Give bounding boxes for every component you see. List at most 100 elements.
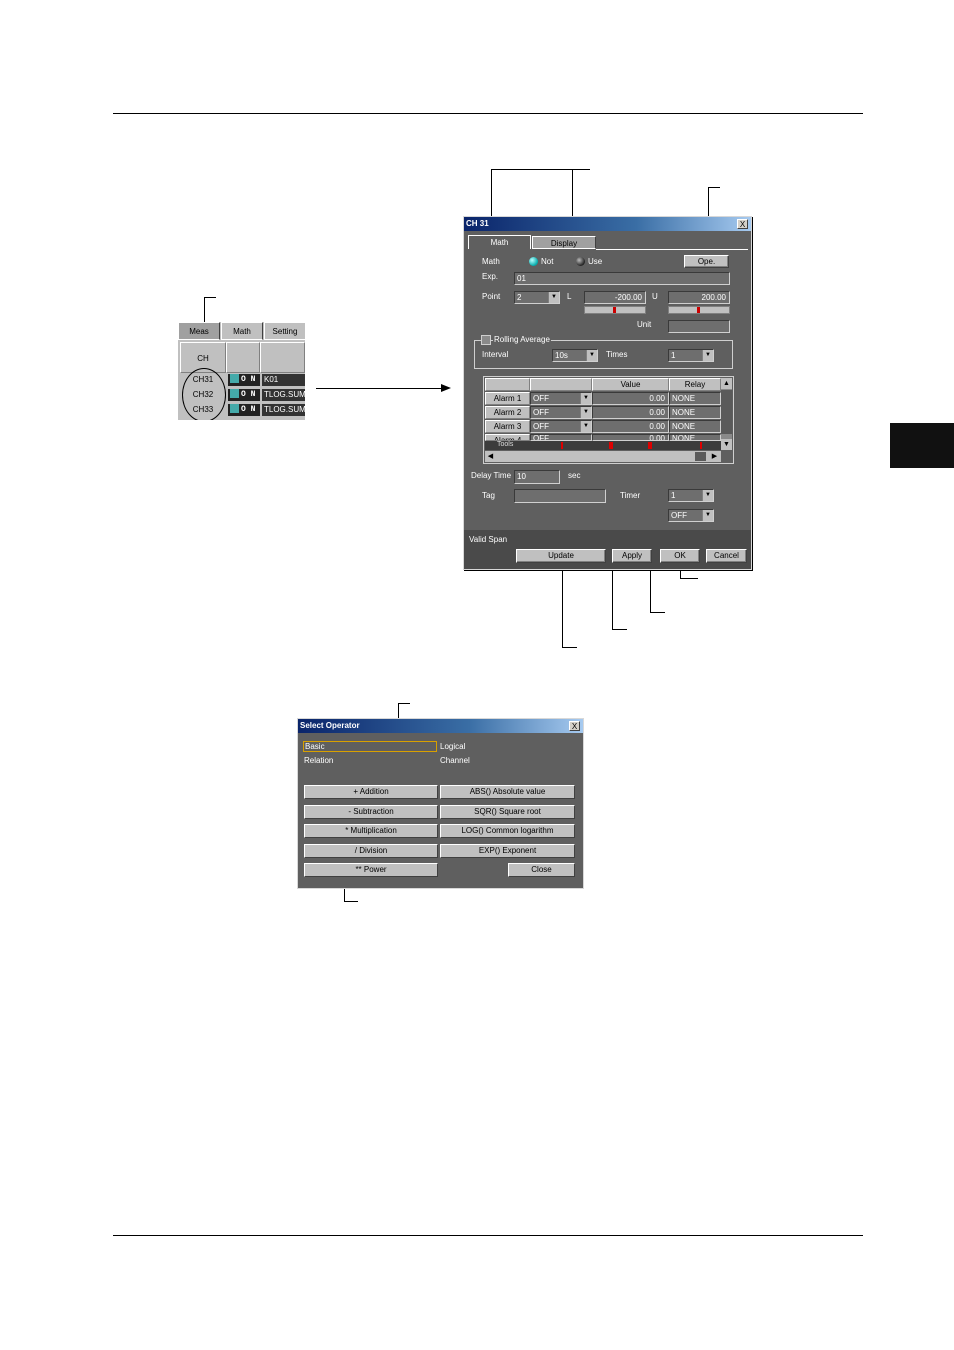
chevron-down-icon[interactable]: ▼	[702, 490, 713, 501]
alarm-type-value: OFF	[533, 394, 549, 403]
chevron-down-icon[interactable]: ▼	[702, 350, 713, 361]
alarm-value-input[interactable]: 0.00	[592, 406, 669, 419]
scroll-up-icon[interactable]: ▲	[721, 378, 732, 389]
grid-vertical-scrollbar[interactable]: ▲ ▼	[721, 378, 732, 450]
red-marker-icon	[613, 307, 616, 313]
tag-input[interactable]	[514, 489, 606, 503]
alarm-row-label: Alarm 1	[485, 392, 530, 405]
on-toggle[interactable]: O N	[228, 389, 260, 401]
leader-ok-h	[680, 578, 698, 579]
upper-label: U	[652, 292, 658, 301]
chevron-down-icon[interactable]: ▼	[586, 350, 597, 361]
log-button[interactable]: LOG() Common logarithm	[440, 824, 575, 838]
alarm-relay-input[interactable]: NONE	[669, 420, 721, 433]
apply-button[interactable]: Apply	[612, 549, 652, 563]
alarm-relay-input[interactable]: NONE	[669, 434, 721, 441]
point-value: 2	[517, 293, 522, 302]
alarm-type-select[interactable]: OFF ▼	[530, 406, 592, 419]
category-relation[interactable]: Relation	[304, 756, 333, 765]
times-label: Times	[606, 350, 628, 359]
chevron-down-icon[interactable]: ▼	[702, 510, 713, 521]
checkbox-icon[interactable]	[230, 389, 239, 399]
tab-math[interactable]: Math	[468, 235, 531, 249]
radio-use-icon[interactable]	[576, 257, 585, 266]
ope-button[interactable]: Ope.	[684, 255, 729, 268]
timer-select[interactable]: 1 ▼	[668, 489, 714, 502]
tab-math[interactable]: Math	[221, 322, 263, 340]
close-button[interactable]: Close	[508, 863, 575, 877]
cancel-button[interactable]: Cancel	[706, 549, 747, 563]
arrow-head-icon	[441, 384, 451, 392]
grid-horizontal-scrollbar[interactable]: ◀ ▶	[485, 451, 721, 462]
select-operator-dialog: Select Operator X Basic Logical Relation…	[297, 718, 584, 889]
delay-time-input[interactable]: 10	[514, 470, 560, 484]
tab-display[interactable]: Display	[532, 236, 596, 249]
unit-input[interactable]	[668, 320, 730, 333]
exp-cell[interactable]: K01	[262, 374, 305, 386]
update-button[interactable]: Update	[516, 549, 606, 563]
exp-cell[interactable]: TLOG.SUM	[262, 404, 305, 416]
chevron-down-icon[interactable]: ▼	[548, 292, 559, 303]
radio-not-label: Not	[541, 257, 554, 266]
rolling-average-checkbox[interactable]	[481, 335, 491, 345]
alarm-value-input[interactable]: 0.00	[592, 392, 669, 405]
chevron-down-icon[interactable]: ▼	[580, 407, 591, 418]
interval-value: 10s	[555, 351, 568, 360]
alarm-relay-input[interactable]: NONE	[669, 406, 721, 419]
chevron-down-icon[interactable]: ▼	[580, 393, 591, 404]
on-label: O N	[241, 390, 256, 399]
grid-header-type	[530, 378, 592, 391]
checkbox-icon[interactable]	[230, 374, 239, 384]
point-select[interactable]: 2 ▼	[514, 291, 560, 304]
on-toggle[interactable]: O N	[228, 404, 260, 416]
tab-meas[interactable]: Meas	[178, 322, 220, 340]
leader-ch-top	[204, 297, 216, 298]
alarm-relay-input[interactable]: NONE	[669, 392, 721, 405]
scroll-thumb[interactable]	[721, 390, 732, 434]
scroll-left-icon[interactable]: ◀	[485, 451, 496, 462]
alarm-type-select[interactable]: OFF ▼	[530, 420, 592, 433]
category-channel[interactable]: Channel	[440, 756, 470, 765]
close-icon[interactable]: X	[737, 219, 748, 229]
close-icon[interactable]: X	[569, 721, 580, 731]
timer-mode-select[interactable]: OFF ▼	[668, 509, 714, 522]
ok-button[interactable]: OK	[660, 549, 700, 563]
scroll-down-icon[interactable]: ▼	[721, 439, 732, 450]
alarm-value-input[interactable]: 0.00	[592, 434, 669, 441]
tools-strip[interactable]: Tools	[485, 441, 721, 450]
radio-not-icon[interactable]	[529, 257, 538, 266]
interval-select[interactable]: 10s ▼	[552, 349, 598, 362]
multiplication-button[interactable]: * Multiplication	[304, 824, 438, 838]
division-button[interactable]: / Division	[304, 844, 438, 858]
subtraction-button[interactable]: - Subtraction	[304, 805, 438, 819]
chevron-down-icon[interactable]: ▼	[580, 421, 591, 432]
alarm-type-select[interactable]: OFF	[530, 434, 592, 441]
power-button[interactable]: ** Power	[304, 863, 438, 877]
category-logical[interactable]: Logical	[440, 742, 465, 751]
exp-button[interactable]: EXP() Exponent	[440, 844, 575, 858]
alarm-type-value: OFF	[533, 422, 549, 431]
times-select[interactable]: 1 ▼	[668, 349, 714, 362]
on-toggle[interactable]: O N	[228, 374, 260, 386]
on-label: O N	[241, 405, 256, 414]
upper-span-slider[interactable]	[668, 306, 730, 314]
category-basic[interactable]: Basic	[303, 741, 437, 752]
tab-setting[interactable]: Setting	[264, 322, 305, 340]
exp-cell[interactable]: TLOG.SUM	[262, 389, 305, 401]
scroll-right-icon[interactable]: ▶	[709, 451, 720, 462]
upper-span-input[interactable]: 200.00	[668, 291, 730, 304]
abs-button[interactable]: ABS() Absolute value	[440, 785, 575, 799]
checkbox-icon[interactable]	[230, 404, 239, 414]
leader-marker-lower-h	[612, 629, 627, 630]
addition-button[interactable]: + Addition	[304, 785, 438, 799]
lower-span-input[interactable]: -200.00	[584, 291, 646, 304]
scroll-hthumb[interactable]	[695, 452, 706, 461]
dialog-titlebar: CH 31	[464, 217, 751, 231]
exp-input[interactable]: 01	[514, 272, 730, 285]
grid-header-value: Value	[592, 378, 669, 391]
alarm-value-input[interactable]: 0.00	[592, 420, 669, 433]
sqr-button[interactable]: SQR() Square root	[440, 805, 575, 819]
lower-span-slider[interactable]	[584, 306, 646, 314]
alarm-type-select[interactable]: OFF ▼	[530, 392, 592, 405]
channel-list-excerpt: Meas Math Setting CH CH31 O N K01 CH32 O…	[178, 322, 305, 420]
